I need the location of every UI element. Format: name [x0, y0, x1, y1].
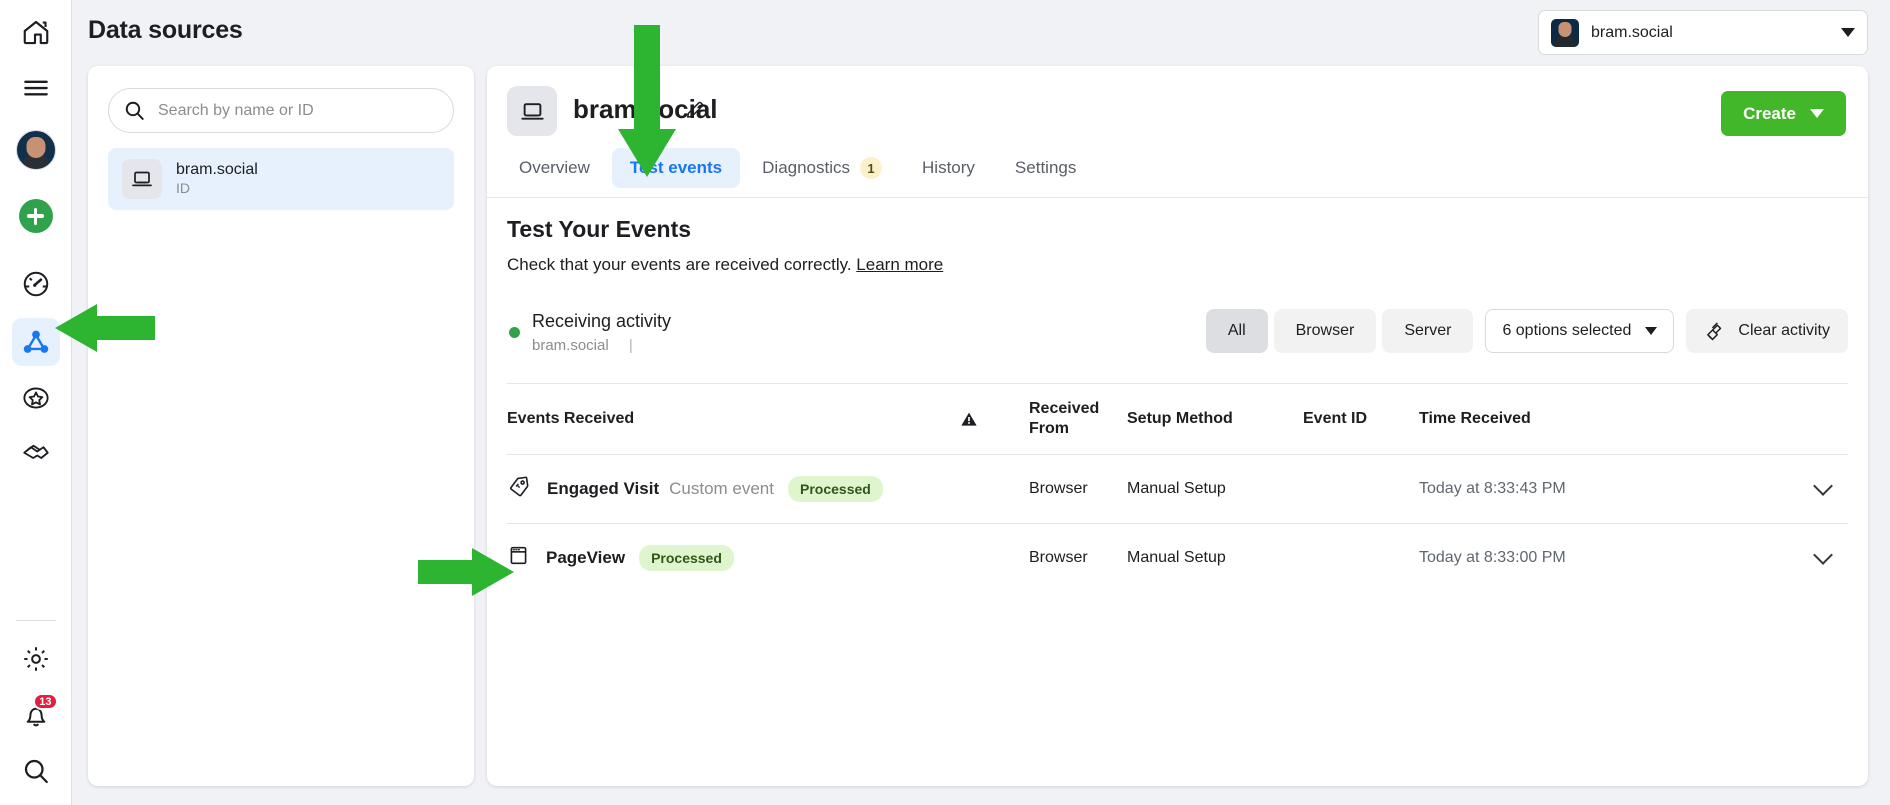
- receiving-activity-title: Receiving activity: [532, 311, 671, 332]
- profile-avatar[interactable]: [12, 126, 60, 174]
- search-icon: [123, 99, 146, 122]
- tab-bar: Overview Test events Diagnostics 1 Histo…: [501, 148, 1094, 188]
- laptop-icon: [507, 86, 557, 136]
- tab-label: Diagnostics: [762, 158, 850, 178]
- create-button-label: Create: [1743, 104, 1796, 124]
- list-item-name: bram.social: [176, 160, 258, 180]
- list-item[interactable]: bram.social ID: [108, 148, 454, 210]
- page-title: Data sources: [88, 16, 243, 45]
- filter-label: Browser: [1296, 322, 1355, 340]
- detail-header: bram.social Create Overview Test events …: [487, 66, 1868, 188]
- tab-overview[interactable]: Overview: [501, 148, 608, 188]
- event-name: PageView: [546, 548, 625, 568]
- status-badge: Processed: [639, 545, 734, 571]
- home-icon[interactable]: [12, 8, 60, 56]
- account-selector[interactable]: bram.social: [1538, 10, 1868, 55]
- notification-badge: 13: [33, 693, 57, 710]
- event-name: Engaged Visit: [547, 479, 659, 499]
- receiving-activity-source: bram.social |: [532, 337, 633, 354]
- tab-history[interactable]: History: [904, 148, 993, 188]
- handshake-icon[interactable]: [12, 428, 60, 476]
- clear-activity-button[interactable]: Clear activity: [1686, 309, 1848, 353]
- account-name: bram.social: [1591, 24, 1841, 42]
- table-row[interactable]: Engaged Visit Custom event Processed Bro…: [507, 455, 1848, 523]
- browser-window-icon: [507, 544, 530, 572]
- tab-bar-divider: [487, 197, 1868, 198]
- data-sources-icon[interactable]: [12, 318, 60, 366]
- warning-icon: [959, 409, 1029, 429]
- speedometer-icon[interactable]: [12, 260, 60, 308]
- clear-activity-label: Clear activity: [1738, 322, 1830, 340]
- filter-server-button[interactable]: Server: [1382, 309, 1473, 353]
- chevron-down-icon: [1645, 327, 1657, 335]
- events-table: Events Received Received From Setup Meth…: [507, 383, 1848, 592]
- tag-icon: [507, 475, 531, 504]
- tab-diagnostics[interactable]: Diagnostics 1: [744, 148, 900, 188]
- chevron-down-icon: [1810, 109, 1824, 118]
- filter-label: Server: [1404, 322, 1451, 340]
- tab-label: Test events: [630, 158, 722, 178]
- column-header-events: Events Received: [507, 409, 634, 429]
- column-header-setup-method: Setup Method: [1127, 410, 1233, 427]
- chevron-down-icon[interactable]: [1813, 476, 1833, 496]
- column-header-received-from: Received From: [1029, 399, 1101, 440]
- tab-settings[interactable]: Settings: [997, 148, 1094, 188]
- search-input[interactable]: [158, 102, 428, 120]
- edit-pencil-icon[interactable]: [684, 99, 706, 126]
- cell-received-from: Browser: [1029, 549, 1088, 566]
- column-header-time-received: Time Received: [1419, 410, 1531, 427]
- receiving-activity-separator: |: [629, 337, 633, 354]
- section-heading: Test Your Events: [507, 216, 691, 243]
- account-avatar: [1551, 19, 1579, 47]
- tab-label: Overview: [519, 158, 590, 178]
- status-badge: Processed: [788, 476, 883, 502]
- bell-icon[interactable]: 13: [12, 691, 60, 739]
- cell-time-received: Today at 8:33:43 PM: [1419, 480, 1566, 497]
- column-header-event-id: Event ID: [1303, 410, 1367, 427]
- cell-setup-method: Manual Setup: [1127, 480, 1226, 497]
- chevron-down-icon: [1841, 28, 1855, 37]
- cell-setup-method: Manual Setup: [1127, 549, 1226, 566]
- broom-icon: [1704, 320, 1726, 342]
- cell-received-from: Browser: [1029, 480, 1088, 497]
- gear-icon[interactable]: [12, 635, 60, 683]
- filter-all-button[interactable]: All: [1206, 309, 1268, 353]
- data-sources-list-panel: bram.social ID: [88, 66, 474, 786]
- app-root: 13 Data sources bram.social: [0, 0, 1890, 805]
- create-plus-icon[interactable]: [12, 192, 60, 240]
- learn-more-link[interactable]: Learn more: [856, 255, 943, 274]
- options-select-label: 6 options selected: [1502, 322, 1631, 340]
- tab-label: History: [922, 158, 975, 178]
- tab-test-events[interactable]: Test events: [612, 148, 740, 188]
- menu-icon[interactable]: [12, 64, 60, 112]
- filter-browser-button[interactable]: Browser: [1274, 309, 1377, 353]
- section-subtext: Check that your events are received corr…: [507, 255, 943, 275]
- filter-controls: All Browser Server 6 options selected: [1206, 309, 1848, 353]
- search-icon[interactable]: [12, 747, 60, 795]
- table-header-row: Events Received Received From Setup Meth…: [507, 384, 1848, 454]
- left-icon-rail: 13: [0, 0, 72, 805]
- chevron-down-icon[interactable]: [1813, 545, 1833, 565]
- options-select[interactable]: 6 options selected: [1485, 309, 1674, 353]
- search-field-wrapper[interactable]: [108, 88, 454, 133]
- create-button[interactable]: Create: [1721, 91, 1846, 136]
- receiving-activity-row: Receiving activity bram.social | All Bro…: [487, 303, 1868, 363]
- laptop-icon: [122, 159, 162, 199]
- tab-badge: 1: [860, 157, 882, 179]
- status-dot: [509, 327, 520, 338]
- avatar: [16, 130, 56, 170]
- list-item-id: ID: [176, 180, 258, 198]
- star-icon[interactable]: [12, 374, 60, 422]
- receiving-activity-source-name: bram.social: [532, 337, 609, 354]
- rail-divider: [16, 620, 56, 621]
- tab-label: Settings: [1015, 158, 1076, 178]
- event-kind: Custom event: [669, 479, 774, 499]
- filter-label: All: [1228, 322, 1246, 340]
- detail-panel: bram.social Create Overview Test events …: [487, 66, 1868, 786]
- cell-time-received: Today at 8:33:00 PM: [1419, 549, 1566, 566]
- table-row[interactable]: PageView Processed Browser Manual Setup …: [507, 524, 1848, 592]
- section-subtext-text: Check that your events are received corr…: [507, 255, 852, 274]
